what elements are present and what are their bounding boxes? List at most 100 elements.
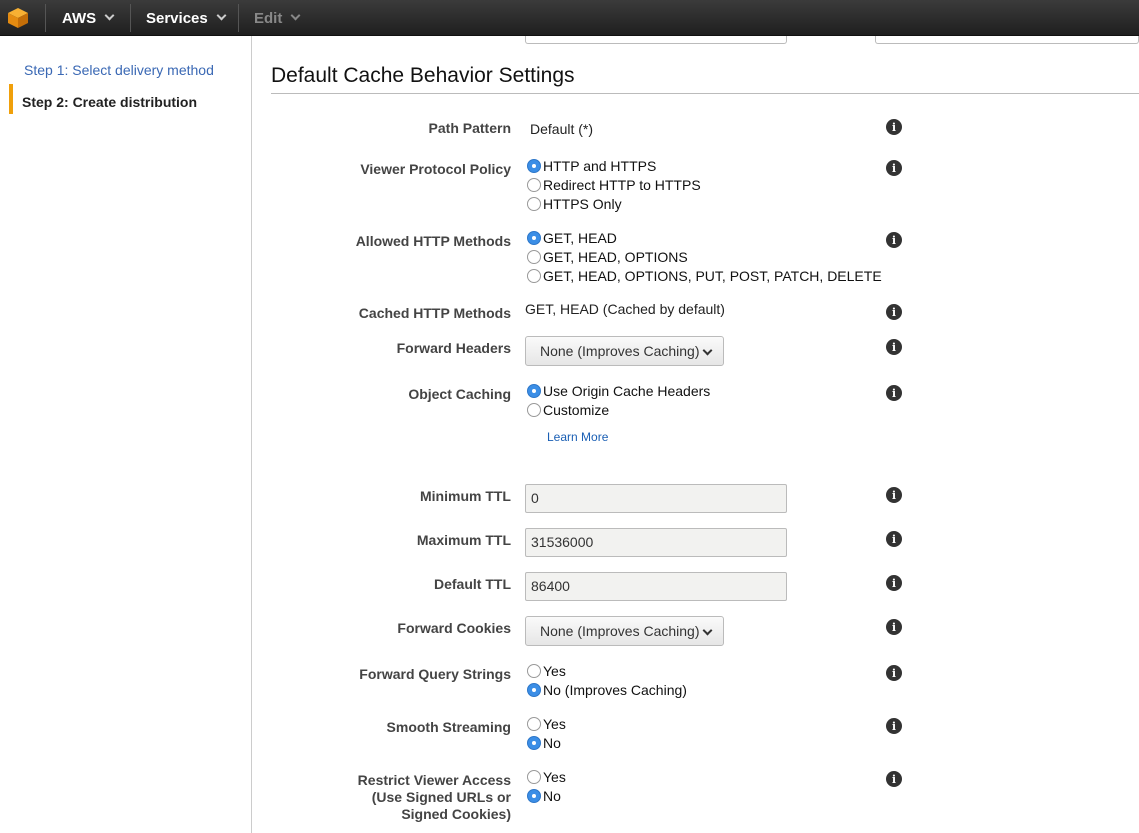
object-caching-option-customize[interactable]: Customize (527, 402, 609, 418)
radio-selected[interactable] (527, 384, 541, 398)
info-icon[interactable]: i (886, 160, 902, 176)
radio-selected[interactable] (527, 159, 541, 173)
radio-unselected[interactable] (527, 250, 541, 264)
services-menu[interactable]: Services (146, 0, 227, 36)
radio-unselected[interactable] (527, 197, 541, 211)
wizard-sidebar: Step 1: Select delivery method Step 2: C… (0, 36, 252, 833)
info-icon[interactable]: i (886, 531, 902, 547)
input-field-partial[interactable] (525, 36, 787, 44)
option-label: GET, HEAD (543, 230, 617, 246)
radio-unselected[interactable] (527, 269, 541, 283)
info-icon[interactable]: i (886, 619, 902, 635)
chevron-down-icon (290, 10, 301, 21)
aws-menu-label: AWS (62, 9, 97, 27)
info-icon[interactable]: i (886, 487, 902, 503)
restrict-viewer-label: Restrict Viewer Access (Use Signed URLs … (252, 772, 511, 823)
radio-unselected[interactable] (527, 770, 541, 784)
viewer-protocol-option-http-https[interactable]: HTTP and HTTPS (527, 158, 656, 174)
object-caching-label: Object Caching (408, 386, 511, 402)
max-ttl-label: Maximum TTL (416, 532, 511, 548)
option-label: HTTPS Only (543, 196, 622, 212)
viewer-protocol-label: Viewer Protocol Policy (360, 161, 511, 177)
input-field-partial[interactable] (875, 36, 1139, 44)
select-value: None (Improves Caching) (540, 343, 700, 359)
option-label: No (Improves Caching) (543, 682, 687, 698)
radio-unselected[interactable] (527, 717, 541, 731)
object-caching-option-origin[interactable]: Use Origin Cache Headers (527, 383, 710, 399)
forward-cookies-select[interactable]: None (Improves Caching) (525, 616, 724, 646)
min-ttl-label: Minimum TTL (420, 488, 511, 504)
radio-selected[interactable] (527, 736, 541, 750)
step-1-link[interactable]: Step 1: Select delivery method (24, 62, 214, 78)
default-ttl-label: Default TTL (434, 576, 511, 592)
radio-selected[interactable] (527, 683, 541, 697)
option-label: Redirect HTTP to HTTPS (543, 177, 701, 193)
restrict-viewer-option-yes[interactable]: Yes (527, 769, 566, 785)
label-line: Restrict Viewer Access (357, 772, 511, 788)
forward-headers-select[interactable]: None (Improves Caching) (525, 336, 724, 366)
option-label: GET, HEAD, OPTIONS, PUT, POST, PATCH, DE… (543, 268, 882, 284)
cached-methods-label: Cached HTTP Methods (358, 305, 511, 321)
services-menu-label: Services (146, 9, 208, 27)
radio-unselected[interactable] (527, 403, 541, 417)
info-icon[interactable]: i (886, 385, 902, 401)
info-icon[interactable]: i (886, 665, 902, 681)
chevron-down-icon (104, 10, 115, 21)
forward-query-option-no[interactable]: No (Improves Caching) (527, 682, 687, 698)
edit-menu[interactable]: Edit (254, 0, 301, 36)
radio-unselected[interactable] (527, 178, 541, 192)
allowed-methods-label: Allowed HTTP Methods (355, 233, 511, 249)
info-icon[interactable]: i (886, 232, 902, 248)
forward-query-label: Forward Query Strings (359, 666, 511, 682)
option-label: Yes (543, 769, 566, 785)
option-label: Yes (543, 716, 566, 732)
radio-selected[interactable] (527, 789, 541, 803)
viewer-protocol-option-https-only[interactable]: HTTPS Only (527, 196, 622, 212)
chevron-down-icon (702, 625, 713, 636)
aws-cube-logo-icon[interactable] (6, 6, 30, 30)
info-icon[interactable]: i (886, 339, 902, 355)
main-content: Default Cache Behavior Settings Path Pat… (252, 36, 1139, 833)
smooth-streaming-option-yes[interactable]: Yes (527, 716, 566, 732)
learn-more-link[interactable]: Learn More (547, 430, 608, 444)
forward-cookies-label: Forward Cookies (397, 620, 511, 636)
info-icon[interactable]: i (886, 304, 902, 320)
smooth-streaming-label: Smooth Streaming (386, 719, 511, 735)
label-line: Signed Cookies) (401, 806, 511, 822)
info-icon[interactable]: i (886, 718, 902, 734)
max-ttl-input[interactable]: 31536000 (525, 528, 787, 557)
info-icon[interactable]: i (886, 119, 902, 135)
allowed-methods-option-get-head-options[interactable]: GET, HEAD, OPTIONS (527, 249, 688, 265)
viewer-protocol-option-redirect[interactable]: Redirect HTTP to HTTPS (527, 177, 701, 193)
top-nav-bar: AWS Services Edit (0, 0, 1139, 36)
edit-menu-label: Edit (254, 9, 283, 27)
min-ttl-input[interactable]: 0 (525, 484, 787, 513)
option-label: GET, HEAD, OPTIONS (543, 249, 688, 265)
divider (271, 93, 1139, 94)
active-step-indicator (9, 84, 13, 114)
option-label: HTTP and HTTPS (543, 158, 657, 174)
radio-selected[interactable] (527, 231, 541, 245)
smooth-streaming-option-no[interactable]: No (527, 735, 561, 751)
section-title: Default Cache Behavior Settings (271, 64, 575, 87)
forward-query-option-yes[interactable]: Yes (527, 663, 566, 679)
allowed-methods-option-get-head[interactable]: GET, HEAD (527, 230, 617, 246)
option-label: Customize (543, 402, 610, 418)
radio-unselected[interactable] (527, 664, 541, 678)
option-label: No (543, 788, 561, 804)
option-label: No (543, 735, 561, 751)
allowed-methods-option-all[interactable]: GET, HEAD, OPTIONS, PUT, POST, PATCH, DE… (527, 268, 882, 284)
default-ttl-input[interactable]: 86400 (525, 572, 787, 601)
aws-menu[interactable]: AWS (62, 0, 115, 36)
info-icon[interactable]: i (886, 575, 902, 591)
path-pattern-label: Path Pattern (428, 120, 511, 136)
info-icon[interactable]: i (886, 771, 902, 787)
label-line: (Use Signed URLs or (371, 789, 511, 805)
select-value: None (Improves Caching) (540, 623, 700, 639)
path-pattern-value: Default (*) (530, 121, 594, 137)
forward-headers-label: Forward Headers (396, 340, 511, 356)
chevron-down-icon (216, 10, 227, 21)
divider (130, 4, 131, 32)
option-label: Yes (543, 663, 566, 679)
restrict-viewer-option-no[interactable]: No (527, 788, 561, 804)
